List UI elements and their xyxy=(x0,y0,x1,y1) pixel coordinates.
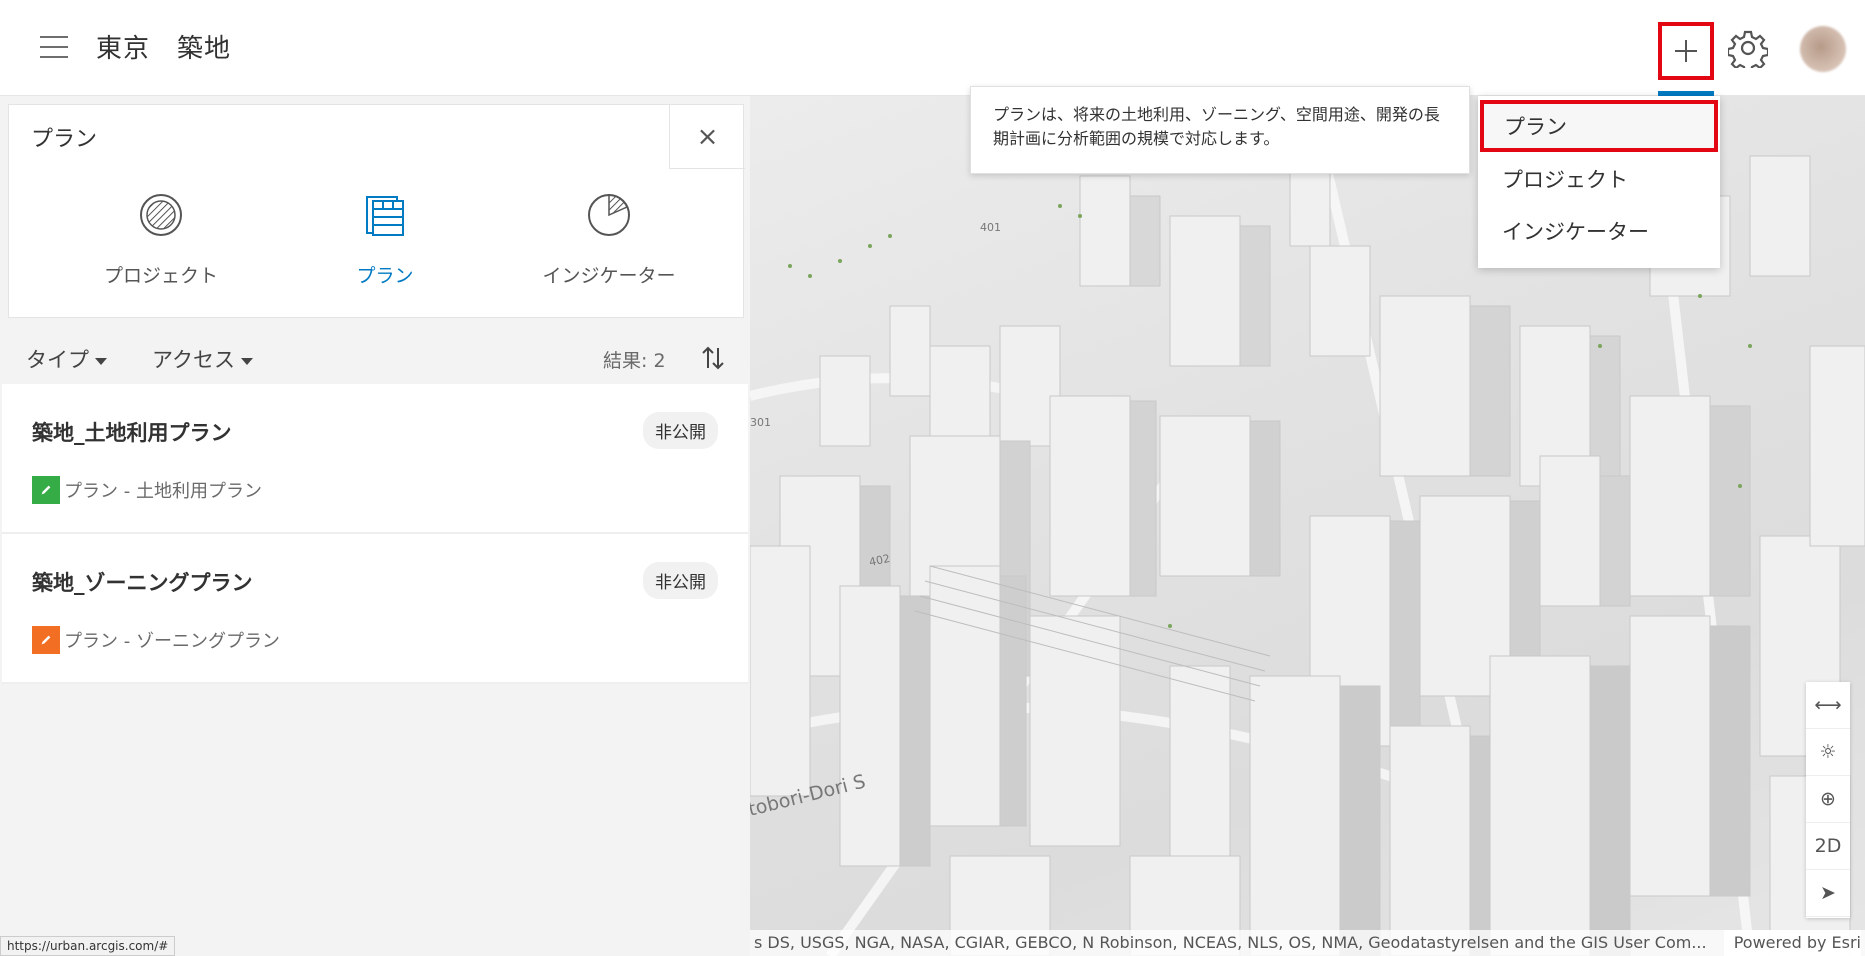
item-subtitle-row: プラン - ゾーニングプラン xyxy=(32,626,280,654)
indicator-icon xyxy=(588,194,630,236)
left-panel: × プロジェクト プ xyxy=(0,96,750,956)
avatar[interactable] xyxy=(1800,26,1846,72)
access-filter-dropdown[interactable]: アクセス xyxy=(152,344,253,374)
sort-icon[interactable] xyxy=(700,344,726,372)
filter-row: タイプ アクセス 結果: 2 xyxy=(0,330,750,390)
chevron-down-icon xyxy=(95,357,107,365)
results-count: 結果: 2 xyxy=(603,350,666,372)
zoom-area-icon[interactable]: ⊕ xyxy=(1806,776,1850,823)
navigate-icon[interactable]: ➤ xyxy=(1806,870,1850,917)
pencil-icon xyxy=(32,626,60,654)
menu-item-project[interactable]: プロジェクト xyxy=(1478,154,1720,206)
map-tools: ⟷ ☼ ⊕ 2D ➤ xyxy=(1806,682,1850,918)
status-badge: 非公開 xyxy=(643,562,718,599)
tab-indicator-label: インジケーター xyxy=(542,265,676,287)
type-tabs: プロジェクト プラン インジケーター xyxy=(9,169,745,319)
item-subtitle-row: プラン - 土地利用プラン xyxy=(32,476,262,504)
app-header: 東京 築地 xyxy=(0,0,1865,96)
search-row: × xyxy=(9,105,745,169)
type-filter-dropdown[interactable]: タイプ xyxy=(26,344,107,374)
menu-item-indicator[interactable]: インジケーター xyxy=(1478,206,1720,258)
item-title: 築地_土地利用プラン xyxy=(32,421,232,445)
status-badge: 非公開 xyxy=(643,412,718,449)
add-dropdown-menu: プラン プロジェクト インジケーター xyxy=(1478,96,1720,268)
road-label-401: 401 xyxy=(980,221,1001,234)
status-url: https://urban.arcgis.com/# xyxy=(0,936,176,956)
plan-icon xyxy=(366,196,404,236)
hamburger-menu-icon[interactable] xyxy=(36,30,72,64)
project-icon xyxy=(140,194,182,236)
road-label-301: 301 xyxy=(750,416,771,429)
attribution-text: s DS, USGS, NGA, NASA, CGIAR, GEBCO, N R… xyxy=(754,933,1707,952)
results-list: 築地_土地利用プラン 非公開 プラン - 土地利用プラン 築地_ゾーニングプラン… xyxy=(2,384,748,684)
tab-plan[interactable]: プラン xyxy=(285,191,485,301)
tab-indicator[interactable]: インジケーター xyxy=(509,191,709,301)
list-item[interactable]: 築地_ゾーニングプラン 非公開 プラン - ゾーニングプラン xyxy=(2,534,748,684)
plan-tooltip: プランは、将来の土地利用、ゾーニング、空間用途、開発の長期計画に分析範囲の規模で… xyxy=(970,86,1470,174)
add-button[interactable] xyxy=(1658,22,1714,80)
item-title: 築地_ゾーニングプラン xyxy=(32,571,253,595)
page-title: 東京 築地 xyxy=(96,34,232,64)
close-icon[interactable]: × xyxy=(669,105,745,169)
tab-project-label: プロジェクト xyxy=(103,265,218,287)
gear-icon[interactable] xyxy=(1728,28,1768,68)
map-attribution: s DS, USGS, NGA, NASA, CGIAR, GEBCO, N R… xyxy=(750,930,1865,956)
toggle-2d-button[interactable]: 2D xyxy=(1806,823,1850,870)
type-filter-label: タイプ xyxy=(26,348,89,372)
menu-item-plan[interactable]: プラン xyxy=(1480,100,1718,152)
search-card: × プロジェクト プ xyxy=(8,104,745,319)
powered-by-esri[interactable]: Powered by Esri xyxy=(1723,930,1861,956)
daylight-icon[interactable]: ☼ xyxy=(1806,729,1850,776)
plus-icon xyxy=(1675,40,1697,62)
chevron-down-icon xyxy=(240,357,253,365)
tab-project[interactable]: プロジェクト xyxy=(61,191,261,301)
tab-plan-label: プラン xyxy=(356,265,414,287)
access-filter-label: アクセス xyxy=(152,348,235,372)
list-item[interactable]: 築地_土地利用プラン 非公開 プラン - 土地利用プラン xyxy=(2,384,748,534)
item-subtitle: プラン - ゾーニングプラン xyxy=(64,631,280,652)
pencil-icon xyxy=(32,476,60,504)
measure-icon[interactable]: ⟷ xyxy=(1806,682,1850,729)
search-input[interactable] xyxy=(9,105,669,169)
item-subtitle: プラン - 土地利用プラン xyxy=(64,481,262,502)
